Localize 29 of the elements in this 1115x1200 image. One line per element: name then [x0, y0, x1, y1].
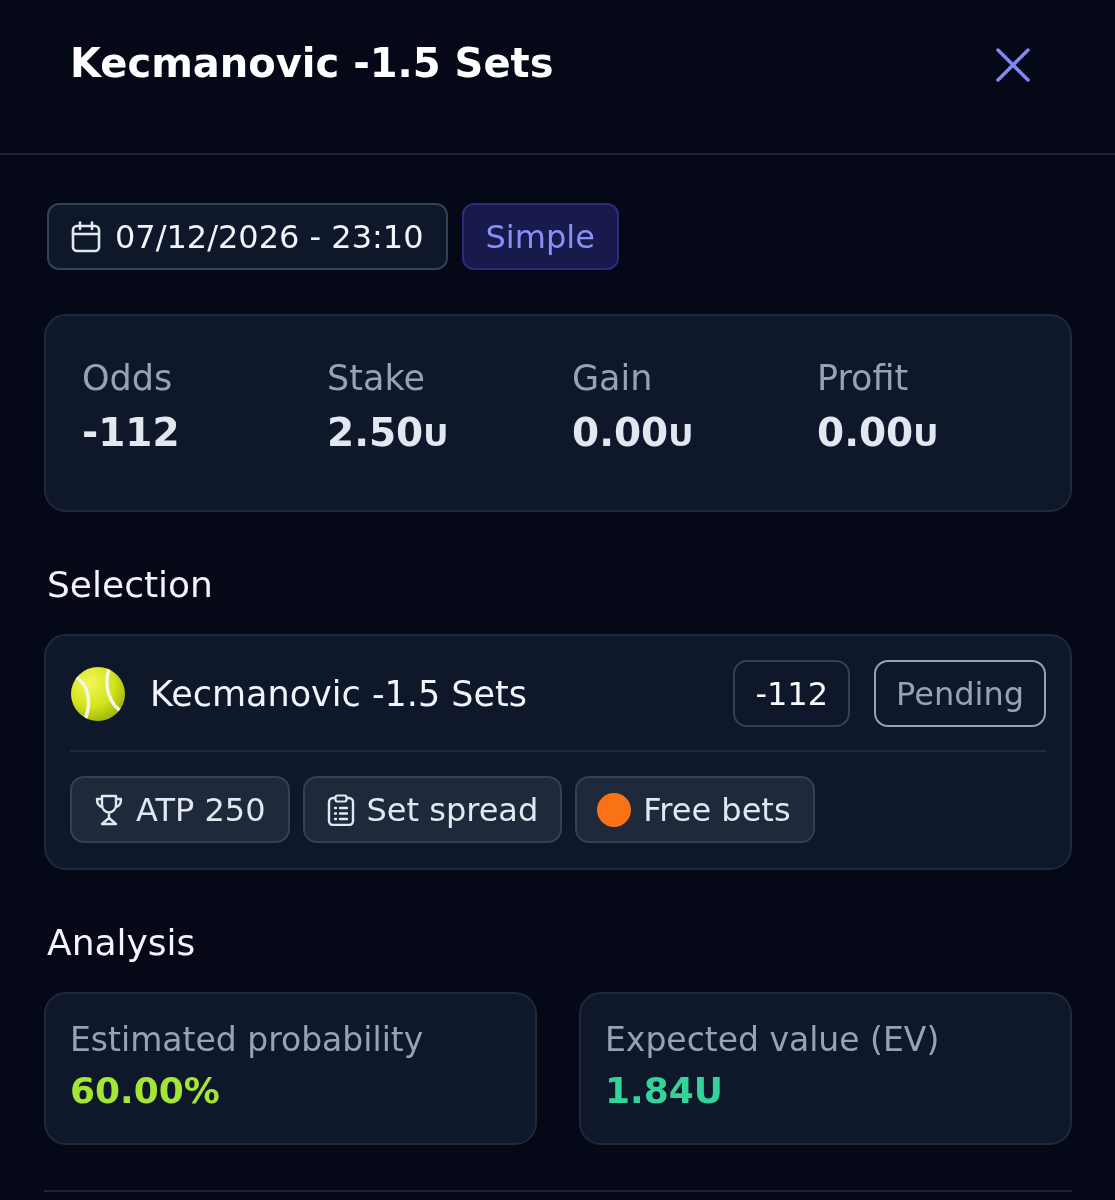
- close-button[interactable]: [995, 47, 1031, 83]
- stat-label: Stake: [327, 357, 425, 400]
- stat-label: Odds: [82, 357, 173, 400]
- metric-value: 1.84U: [605, 1069, 724, 1113]
- tag-label: Free bets: [643, 790, 791, 829]
- stat-value: 0.00U: [817, 409, 939, 457]
- stat-value: 2.50U: [327, 409, 449, 457]
- clipboard-icon: [326, 793, 355, 826]
- stat-value: -112: [82, 409, 180, 457]
- close-icon: [995, 47, 1031, 83]
- selection-name: Kecmanovic -1.5 Sets: [150, 673, 529, 714]
- stat-label: Gain: [572, 357, 653, 400]
- tag-label: ATP 250: [136, 790, 266, 829]
- stat-label: Profit: [817, 357, 909, 400]
- metric-label: Expected value (EV): [605, 1019, 940, 1061]
- odds-badge: -112: [733, 660, 851, 727]
- section-heading: Analysis: [46, 921, 196, 965]
- date-chip: 07/12/2026 - 23:10: [47, 203, 448, 270]
- calendar-icon: [71, 220, 101, 253]
- metric-value: 60.00%: [70, 1069, 220, 1113]
- stat-value: 0.00U: [572, 409, 694, 457]
- tag-label: Set spread: [366, 790, 539, 829]
- tennis-ball-icon: [70, 665, 126, 722]
- bet-type-badge: Simple: [461, 203, 619, 270]
- section-heading: Selection: [46, 563, 213, 607]
- status-badge: Pending: [874, 660, 1046, 727]
- metric-label: Estimated probability: [70, 1019, 424, 1061]
- modal-title: Kecmanovic -1.5 Sets: [70, 39, 554, 88]
- trophy-icon: [94, 793, 124, 826]
